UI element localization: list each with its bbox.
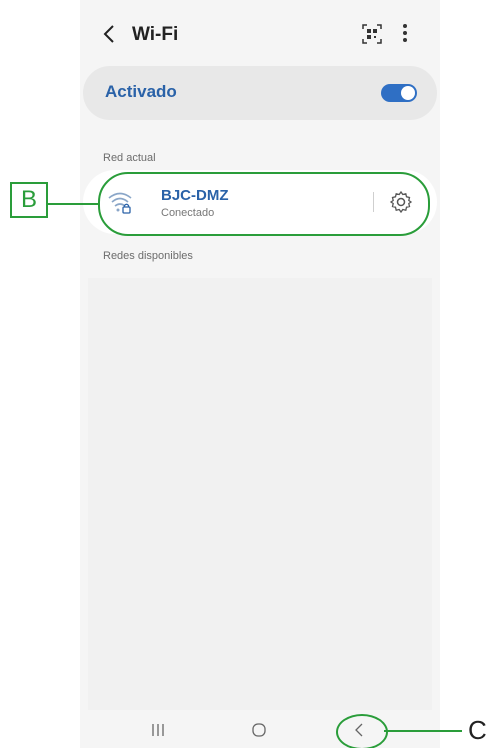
switch-knob xyxy=(401,86,415,100)
back-chevron-icon[interactable] xyxy=(102,24,116,44)
current-network-heading: Red actual xyxy=(103,152,156,164)
back-button-outline xyxy=(336,714,388,748)
callout-c-line xyxy=(384,730,462,732)
app-header: Wi-Fi xyxy=(80,0,440,62)
home-icon[interactable] xyxy=(251,722,267,738)
qr-code-icon[interactable] xyxy=(362,24,382,44)
available-networks-list xyxy=(88,278,432,710)
recents-icon[interactable] xyxy=(150,722,166,738)
callout-b-label: B xyxy=(10,182,48,218)
wifi-switch[interactable] xyxy=(381,84,417,102)
callout-c-label: C xyxy=(468,715,487,745)
more-options-icon[interactable] xyxy=(398,22,412,44)
callout-b-line xyxy=(46,203,100,205)
phone-screen: Wi-Fi Activado Red actual BJC-DMZ Conect… xyxy=(80,0,440,748)
wifi-toggle-row[interactable]: Activado xyxy=(83,66,437,120)
current-network-outline xyxy=(98,172,430,236)
available-networks-heading: Redes disponibles xyxy=(103,250,193,262)
wifi-toggle-label: Activado xyxy=(105,82,177,101)
page-title: Wi-Fi xyxy=(132,24,179,45)
